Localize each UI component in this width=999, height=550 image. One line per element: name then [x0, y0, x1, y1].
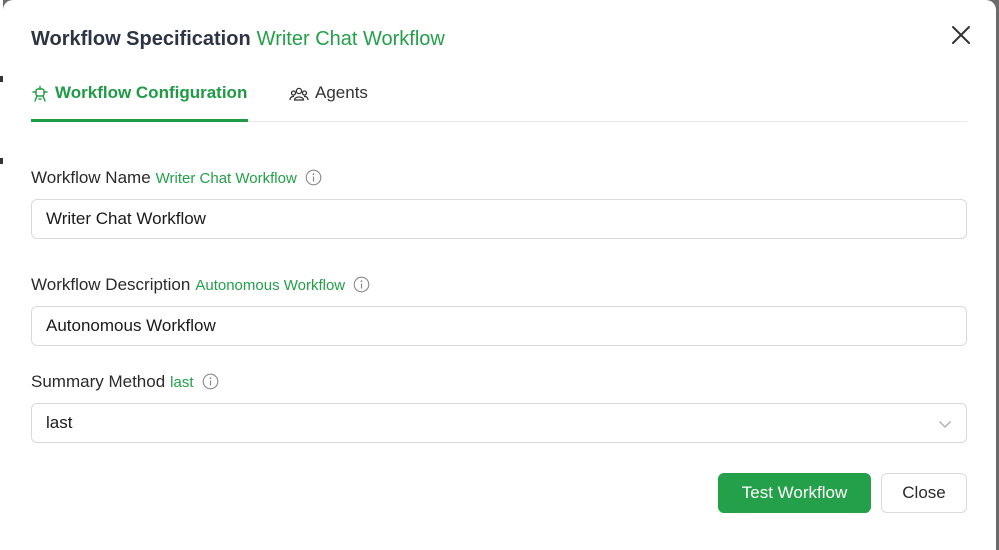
- test-workflow-button[interactable]: Test Workflow: [718, 473, 871, 513]
- close-icon[interactable]: [950, 24, 972, 46]
- tab-label: Agents: [315, 83, 368, 102]
- tab-workflow-configuration[interactable]: Workflow Configuration: [31, 78, 249, 122]
- workflow-spec-modal: Workflow Specification Writer Chat Workf…: [3, 0, 996, 550]
- info-icon[interactable]: [202, 373, 219, 390]
- tab-label: Workflow Configuration: [55, 83, 248, 102]
- input-value: Writer Chat Workflow: [46, 209, 206, 228]
- info-icon[interactable]: [353, 276, 370, 293]
- chevron-down-icon: [939, 421, 951, 428]
- field-label-text: Summary Method: [31, 372, 166, 391]
- users-icon: [289, 87, 309, 101]
- info-icon[interactable]: [305, 169, 322, 186]
- workflow-icon: [32, 85, 48, 102]
- workflow-name-input[interactable]: Writer Chat Workflow: [31, 199, 967, 239]
- summary-method-label: Summary Method last: [31, 370, 219, 392]
- field-hint: Writer Chat Workflow: [155, 170, 297, 187]
- summary-method-select[interactable]: last: [31, 403, 967, 443]
- input-value: Autonomous Workflow: [46, 316, 216, 335]
- field-label-text: Workflow Description: [31, 275, 191, 294]
- modal-title: Workflow Specification: [31, 28, 251, 50]
- workflow-name-label: Workflow Name Writer Chat Workflow: [31, 166, 322, 188]
- select-value: last: [46, 413, 73, 432]
- close-button[interactable]: Close: [881, 473, 967, 513]
- field-hint: Autonomous Workflow: [195, 277, 346, 294]
- workflow-description-label: Workflow Description Autonomous Workflow: [31, 273, 370, 295]
- tab-agents[interactable]: Agents: [289, 78, 368, 122]
- tab-bar: Workflow Configuration Agents: [31, 78, 967, 122]
- workflow-description-input[interactable]: Autonomous Workflow: [31, 306, 967, 346]
- modal-header: Workflow Specification Writer Chat Workf…: [31, 28, 445, 54]
- field-hint: last: [170, 374, 194, 391]
- modal-subtitle: Writer Chat Workflow: [256, 28, 445, 50]
- field-label-text: Workflow Name: [31, 168, 151, 187]
